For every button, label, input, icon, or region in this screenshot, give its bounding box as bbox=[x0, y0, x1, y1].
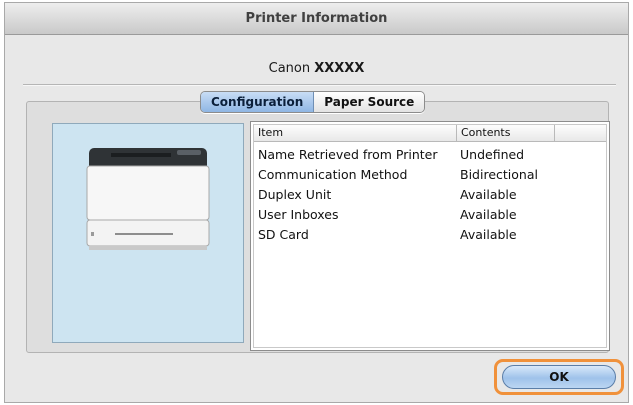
table-row[interactable]: Communication Method Bidirectional bbox=[254, 165, 606, 185]
table-row[interactable]: User Inboxes Available bbox=[254, 205, 606, 225]
printer-model: XXXXX bbox=[314, 61, 365, 76]
tab-configuration[interactable]: Configuration bbox=[201, 92, 315, 112]
row-contents: Available bbox=[460, 207, 517, 222]
printer-icon bbox=[86, 148, 210, 250]
separator bbox=[23, 84, 616, 86]
list-header: Item Contents bbox=[254, 125, 606, 142]
table-row[interactable]: SD Card Available bbox=[254, 225, 606, 245]
window-title: Printer Information bbox=[5, 3, 628, 35]
table-row[interactable]: Name Retrieved from Printer Undefined bbox=[254, 145, 606, 165]
column-header-item[interactable]: Item bbox=[258, 125, 283, 141]
row-item: User Inboxes bbox=[258, 207, 339, 222]
row-item: Duplex Unit bbox=[258, 187, 332, 202]
row-contents: Bidirectional bbox=[460, 167, 538, 182]
ok-button[interactable]: OK bbox=[502, 365, 616, 389]
list-rows: Name Retrieved from Printer Undefined Co… bbox=[254, 145, 606, 245]
printer-name: Canon XXXXX bbox=[5, 61, 628, 76]
row-item: Name Retrieved from Printer bbox=[258, 147, 438, 162]
column-header-contents[interactable]: Contents bbox=[456, 125, 510, 141]
row-contents: Available bbox=[460, 227, 517, 242]
row-item: SD Card bbox=[258, 227, 309, 242]
printer-name-prefix: Canon bbox=[268, 61, 315, 76]
column-divider bbox=[554, 125, 556, 141]
tab-bar: Configuration Paper Source bbox=[200, 91, 426, 113]
row-item: Communication Method bbox=[258, 167, 408, 182]
tab-paper-source[interactable]: Paper Source bbox=[314, 92, 425, 112]
row-contents: Undefined bbox=[460, 147, 525, 162]
printer-image-panel bbox=[52, 123, 244, 343]
table-row[interactable]: Duplex Unit Available bbox=[254, 185, 606, 205]
row-contents: Available bbox=[460, 187, 517, 202]
configuration-list[interactable]: Item Contents Name Retrieved from Printe… bbox=[250, 121, 610, 351]
